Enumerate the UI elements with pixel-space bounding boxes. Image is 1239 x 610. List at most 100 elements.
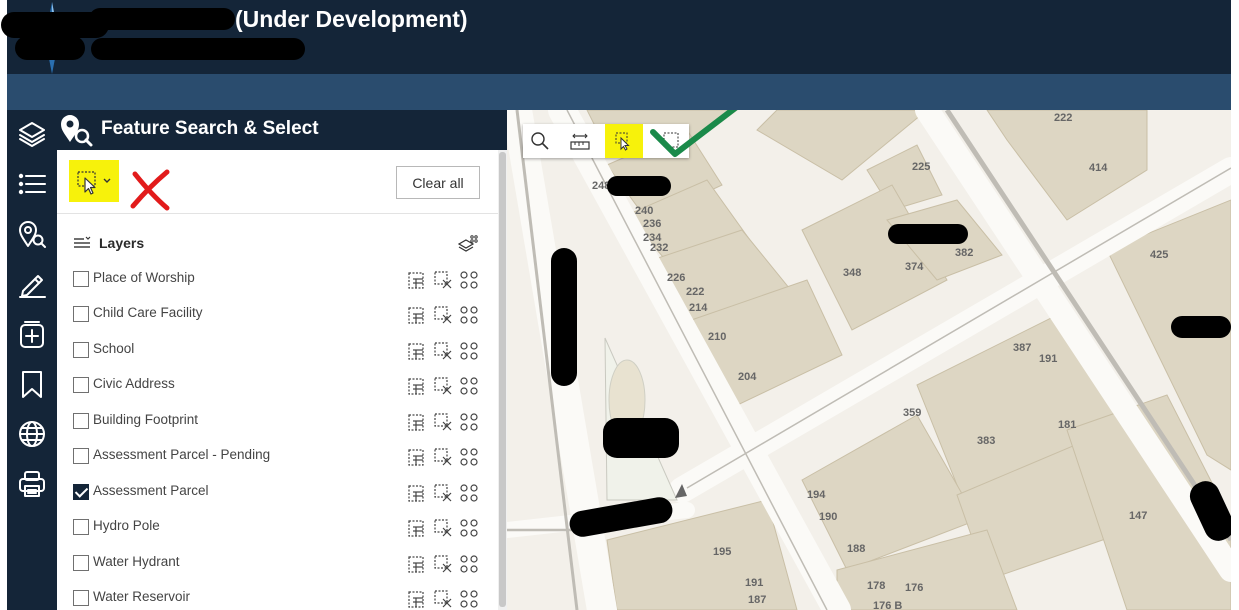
parcel-label: 147 <box>1129 510 1148 522</box>
layer-actions-button[interactable] <box>459 412 479 432</box>
add-data-button[interactable] <box>16 318 48 350</box>
layer-actions-button[interactable] <box>459 589 479 609</box>
more-circles-icon <box>460 590 478 608</box>
layer-checkbox[interactable] <box>73 306 89 322</box>
bookmark-icon <box>22 371 42 398</box>
layer-checkbox[interactable] <box>73 377 89 393</box>
parcel-label: 204 <box>738 371 757 383</box>
layer-name: Place of Worship <box>93 270 195 285</box>
edit-button[interactable] <box>16 268 48 300</box>
panel-header: Feature Search & Select <box>57 110 507 150</box>
layer-actions-button[interactable] <box>459 483 479 503</box>
feature-search-button[interactable] <box>16 218 48 250</box>
table-icon <box>408 485 424 502</box>
panel-scrollbar[interactable] <box>498 150 507 610</box>
map-view[interactable]: 222 414 225 248 240 236 234 232 374 382 … <box>507 110 1231 610</box>
measure-icon <box>570 133 590 150</box>
layer-checkbox[interactable] <box>73 413 89 429</box>
attribute-table-button[interactable] <box>407 447 427 467</box>
clear-selection-button[interactable] <box>433 518 453 538</box>
attribute-table-button[interactable] <box>407 376 427 396</box>
layers-header: Layers <box>73 234 483 254</box>
list-icon <box>18 173 46 195</box>
select-by-rectangle-button[interactable] <box>69 160 119 202</box>
parcel-label: 348 <box>843 267 862 279</box>
parcel-label: 210 <box>708 331 727 343</box>
print-button[interactable] <box>16 468 48 500</box>
attribute-table-button[interactable] <box>407 483 427 503</box>
clear-all-button[interactable]: Clear all <box>396 166 480 199</box>
clear-selection-button[interactable] <box>433 589 453 609</box>
layer-name: Civic Address <box>93 376 175 391</box>
more-circles-icon <box>460 271 478 289</box>
map-select-tool-button[interactable] <box>605 124 643 158</box>
layer-actions-button[interactable] <box>459 518 479 538</box>
layers-button[interactable] <box>16 118 48 150</box>
layer-row: Civic Address <box>73 374 483 398</box>
map-search-button[interactable] <box>523 124 557 158</box>
parcel-label: 374 <box>905 261 924 273</box>
redaction-mark <box>91 38 305 60</box>
layer-actions-button[interactable] <box>459 270 479 290</box>
clear-selection-button[interactable] <box>433 483 453 503</box>
layer-actions-button[interactable] <box>459 554 479 574</box>
attribute-table-button[interactable] <box>407 341 427 361</box>
layer-checkbox[interactable] <box>73 590 89 606</box>
table-icon <box>408 449 424 466</box>
attribute-table-button[interactable] <box>407 412 427 432</box>
layer-checkbox[interactable] <box>73 448 89 464</box>
layer-actions-button[interactable] <box>459 341 479 361</box>
more-circles-icon <box>460 448 478 466</box>
clear-selection-button[interactable] <box>433 376 453 396</box>
clear-selection-icon <box>434 306 452 324</box>
redaction-mark <box>603 418 679 458</box>
layer-row: Building Footprint <box>73 410 483 434</box>
basemap-button[interactable] <box>16 418 48 450</box>
globe-icon <box>19 421 45 447</box>
attribute-table-button[interactable] <box>407 270 427 290</box>
parcel-label: 190 <box>819 511 838 523</box>
parcel-label: 176 B <box>873 600 903 610</box>
selection-tool-row: Clear all <box>57 150 498 214</box>
parcel-label: 225 <box>912 161 931 173</box>
redaction-mark <box>89 8 235 30</box>
layer-checkbox[interactable] <box>73 555 89 571</box>
clear-selection-button[interactable] <box>433 412 453 432</box>
collapse-layers-icon[interactable] <box>73 236 91 250</box>
layer-actions-button[interactable] <box>459 305 479 325</box>
parcel-label: 222 <box>1054 112 1073 124</box>
clear-selection-button[interactable] <box>433 305 453 325</box>
clear-selection-button[interactable] <box>433 554 453 574</box>
clear-selection-button[interactable] <box>433 341 453 361</box>
table-icon <box>408 414 424 431</box>
layer-row: Assessment Parcel <box>73 481 483 505</box>
attribute-table-button[interactable] <box>407 518 427 538</box>
parcel-label: 191 <box>745 577 764 589</box>
clear-selection-button[interactable] <box>433 270 453 290</box>
layer-checkbox[interactable] <box>73 271 89 287</box>
layer-actions-button[interactable] <box>459 376 479 396</box>
layer-options-icon[interactable] <box>458 234 478 252</box>
parcel-label: 232 <box>650 242 669 254</box>
table-icon <box>408 520 424 537</box>
layer-checkbox[interactable] <box>73 342 89 358</box>
measure-button[interactable] <box>563 124 597 158</box>
parcel-label: 425 <box>1150 249 1169 261</box>
parcel-label: 195 <box>713 546 732 558</box>
scrollbar-thumb[interactable] <box>499 152 506 607</box>
more-circles-icon <box>460 484 478 502</box>
attribute-table-button[interactable] <box>407 305 427 325</box>
attribute-table-button[interactable] <box>407 554 427 574</box>
clear-selection-icon <box>434 555 452 573</box>
app-subbar <box>7 74 1231 110</box>
clear-selection-button[interactable] <box>433 447 453 467</box>
bookmark-button[interactable] <box>16 368 48 400</box>
layer-checkbox[interactable] <box>73 519 89 535</box>
clear-selection-icon <box>434 519 452 537</box>
attribute-table-button[interactable] <box>407 589 427 609</box>
layer-name: Assessment Parcel - Pending <box>93 447 271 462</box>
layer-actions-button[interactable] <box>459 447 479 467</box>
layers-icon <box>19 122 45 147</box>
layer-checkbox[interactable] <box>73 484 89 500</box>
legend-button[interactable] <box>16 168 48 200</box>
